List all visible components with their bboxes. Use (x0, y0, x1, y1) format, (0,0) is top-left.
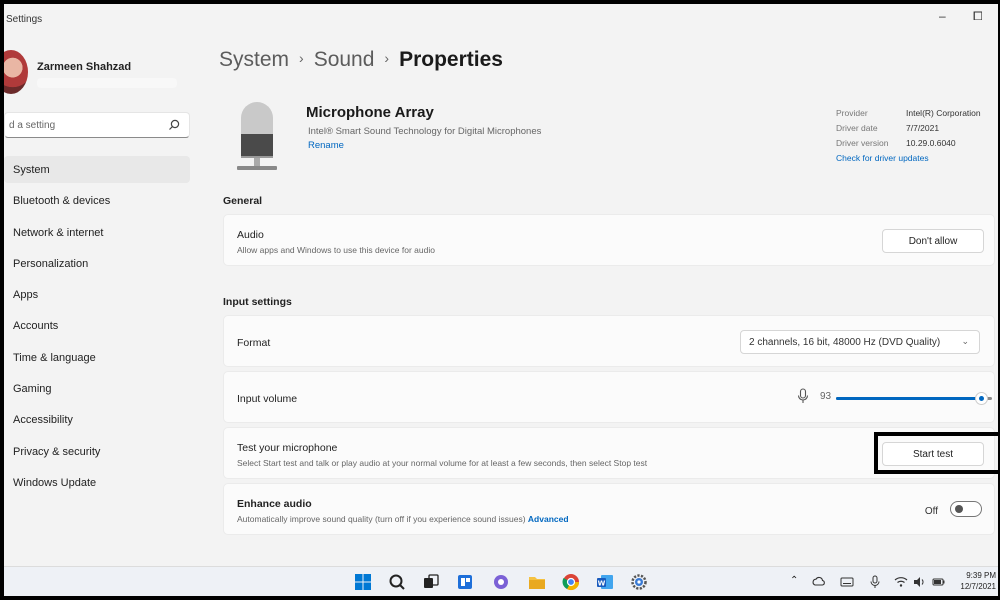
advanced-link[interactable]: Advanced (528, 514, 569, 524)
enhance-audio-card: Enhance audio Automatically improve soun… (223, 483, 995, 535)
device-description: Intel® Smart Sound Technology for Digita… (308, 126, 542, 137)
general-section-title: General (223, 195, 263, 207)
sidebar-item-apps[interactable]: Apps (4, 281, 190, 308)
breadcrumb-system[interactable]: System (219, 48, 289, 71)
check-driver-updates-link[interactable]: Check for driver updates (836, 153, 929, 163)
sidebar-item-accounts[interactable]: Accounts (4, 312, 190, 339)
format-dropdown[interactable]: 2 channels, 16 bit, 48000 Hz (DVD Qualit… (740, 330, 980, 354)
main-content: System › Sound › Properties Microphone Array… (219, 34, 998, 566)
search-input[interactable]: d a setting (4, 112, 190, 138)
sidebar-item-windows-update[interactable]: Windows Update (4, 469, 190, 496)
enhance-audio-toggle-state: Off (924, 506, 938, 517)
audio-subtitle: Allow apps and Windows to use this devic… (237, 245, 435, 255)
driver-date-value: 7/7/2021 (906, 123, 940, 133)
provider-label: Provider (836, 108, 868, 118)
microphone-device-icon (237, 102, 277, 170)
audio-title: Audio (237, 229, 264, 241)
chevron-down-icon: ⌄ (961, 336, 969, 346)
user-email-redacted (37, 78, 177, 88)
taskbar: W ⌃ 9:39 PM 12/7/2021 (4, 566, 998, 596)
task-view-icon[interactable] (422, 573, 440, 591)
provider-value: Intel(R) Corporation (906, 108, 981, 118)
chevron-up-icon[interactable]: ⌃ (790, 575, 798, 586)
enhance-audio-subtitle-text: Automatically improve sound quality (tur… (237, 514, 526, 524)
test-microphone-card: Test your microphone Select Start test a… (223, 427, 998, 479)
start-icon[interactable] (354, 573, 372, 591)
app-title: Settings (6, 14, 43, 25)
microphone-tray-icon[interactable] (868, 573, 882, 591)
enhance-audio-subtitle: Automatically improve sound quality (tur… (237, 514, 569, 524)
format-card: Format 2 channels, 16 bit, 48000 Hz (DVD… (223, 315, 995, 367)
toggle-knob (955, 505, 963, 513)
svg-text:W: W (598, 580, 606, 588)
enhance-audio-title: Enhance audio (237, 498, 312, 510)
chat-icon[interactable] (492, 573, 510, 591)
input-volume-label: Input volume (237, 393, 298, 405)
input-settings-section-title: Input settings (223, 296, 292, 308)
clock-date: 12/7/2021 (960, 582, 996, 591)
keyboard-icon[interactable] (840, 573, 854, 591)
breadcrumb-separator: › (299, 50, 304, 66)
sidebar-item-accessibility[interactable]: Accessibility (4, 406, 190, 433)
sidebar-item-gaming[interactable]: Gaming (4, 375, 190, 402)
wifi-icon[interactable] (894, 573, 908, 591)
volume-icon[interactable] (912, 573, 926, 591)
audio-card: Audio Allow apps and Windows to use this… (223, 214, 995, 266)
widgets-icon[interactable] (456, 573, 474, 591)
maximize-button[interactable]: ⧠ (973, 9, 983, 24)
dont-allow-button[interactable]: Don't allow (882, 229, 984, 253)
word-icon[interactable]: W (596, 573, 614, 591)
driver-version-value: 10.29.0.6040 (906, 138, 956, 148)
input-volume-slider-thumb[interactable] (975, 392, 988, 405)
breadcrumb-sound[interactable]: Sound (314, 48, 375, 71)
driver-date-label: Driver date (836, 123, 878, 133)
format-dropdown-value: 2 channels, 16 bit, 48000 Hz (DVD Qualit… (749, 337, 941, 348)
sidebar-item-system[interactable]: System (4, 156, 190, 183)
test-microphone-title: Test your microphone (237, 442, 338, 454)
sidebar-item-personalization[interactable]: Personalization (4, 250, 190, 277)
avatar[interactable] (4, 50, 28, 94)
breadcrumb: System › Sound › Properties (219, 48, 503, 72)
test-microphone-subtitle: Select Start test and talk or play audio… (237, 458, 648, 468)
search-input-text: d a setting (9, 120, 56, 131)
start-test-button[interactable]: Start test (882, 442, 984, 466)
file-explorer-icon[interactable] (528, 573, 546, 591)
title-bar: Settings – ⧠ (4, 4, 998, 34)
input-volume-slider-fill (836, 397, 981, 400)
chrome-icon[interactable] (562, 573, 580, 591)
device-name: Microphone Array (306, 104, 434, 121)
clock[interactable]: 9:39 PM 12/7/2021 (960, 570, 996, 592)
enhance-audio-toggle[interactable] (950, 501, 982, 517)
page-title: Properties (399, 48, 503, 71)
settings-window: Settings – ⧠ Zarmeen Shahzad d a setting… (4, 4, 998, 566)
rename-link[interactable]: Rename (308, 140, 344, 151)
driver-version-label: Driver version (836, 138, 889, 148)
breadcrumb-separator: › (384, 50, 390, 66)
microphone-icon[interactable] (797, 388, 809, 404)
input-volume-card: Input volume 93 (223, 371, 995, 423)
minimize-button[interactable]: – (939, 9, 946, 23)
battery-icon[interactable] (932, 573, 946, 591)
format-label: Format (237, 337, 271, 349)
sidebar-item-time-language[interactable]: Time & language (4, 344, 190, 371)
sidebar-item-bluetooth-devices[interactable]: Bluetooth & devices (4, 187, 190, 214)
sidebar-item-privacy-security[interactable]: Privacy & security (4, 438, 190, 465)
cloud-icon[interactable] (812, 573, 826, 591)
clock-time: 9:39 PM (966, 571, 996, 580)
settings-gear-icon[interactable] (630, 573, 648, 591)
input-volume-slider[interactable] (836, 392, 992, 405)
sidebar-nav: System Bluetooth & devices Network & int… (4, 156, 190, 500)
search-icon[interactable] (388, 573, 406, 591)
driver-info: Provider Intel(R) Corporation Driver date… (836, 108, 981, 168)
search-icon (169, 119, 180, 130)
user-name: Zarmeen Shahzad (37, 61, 132, 73)
sidebar: Zarmeen Shahzad d a setting System Bluet… (4, 34, 194, 566)
sidebar-item-network-internet[interactable]: Network & internet (4, 219, 190, 246)
input-volume-value: 93 (820, 391, 832, 402)
